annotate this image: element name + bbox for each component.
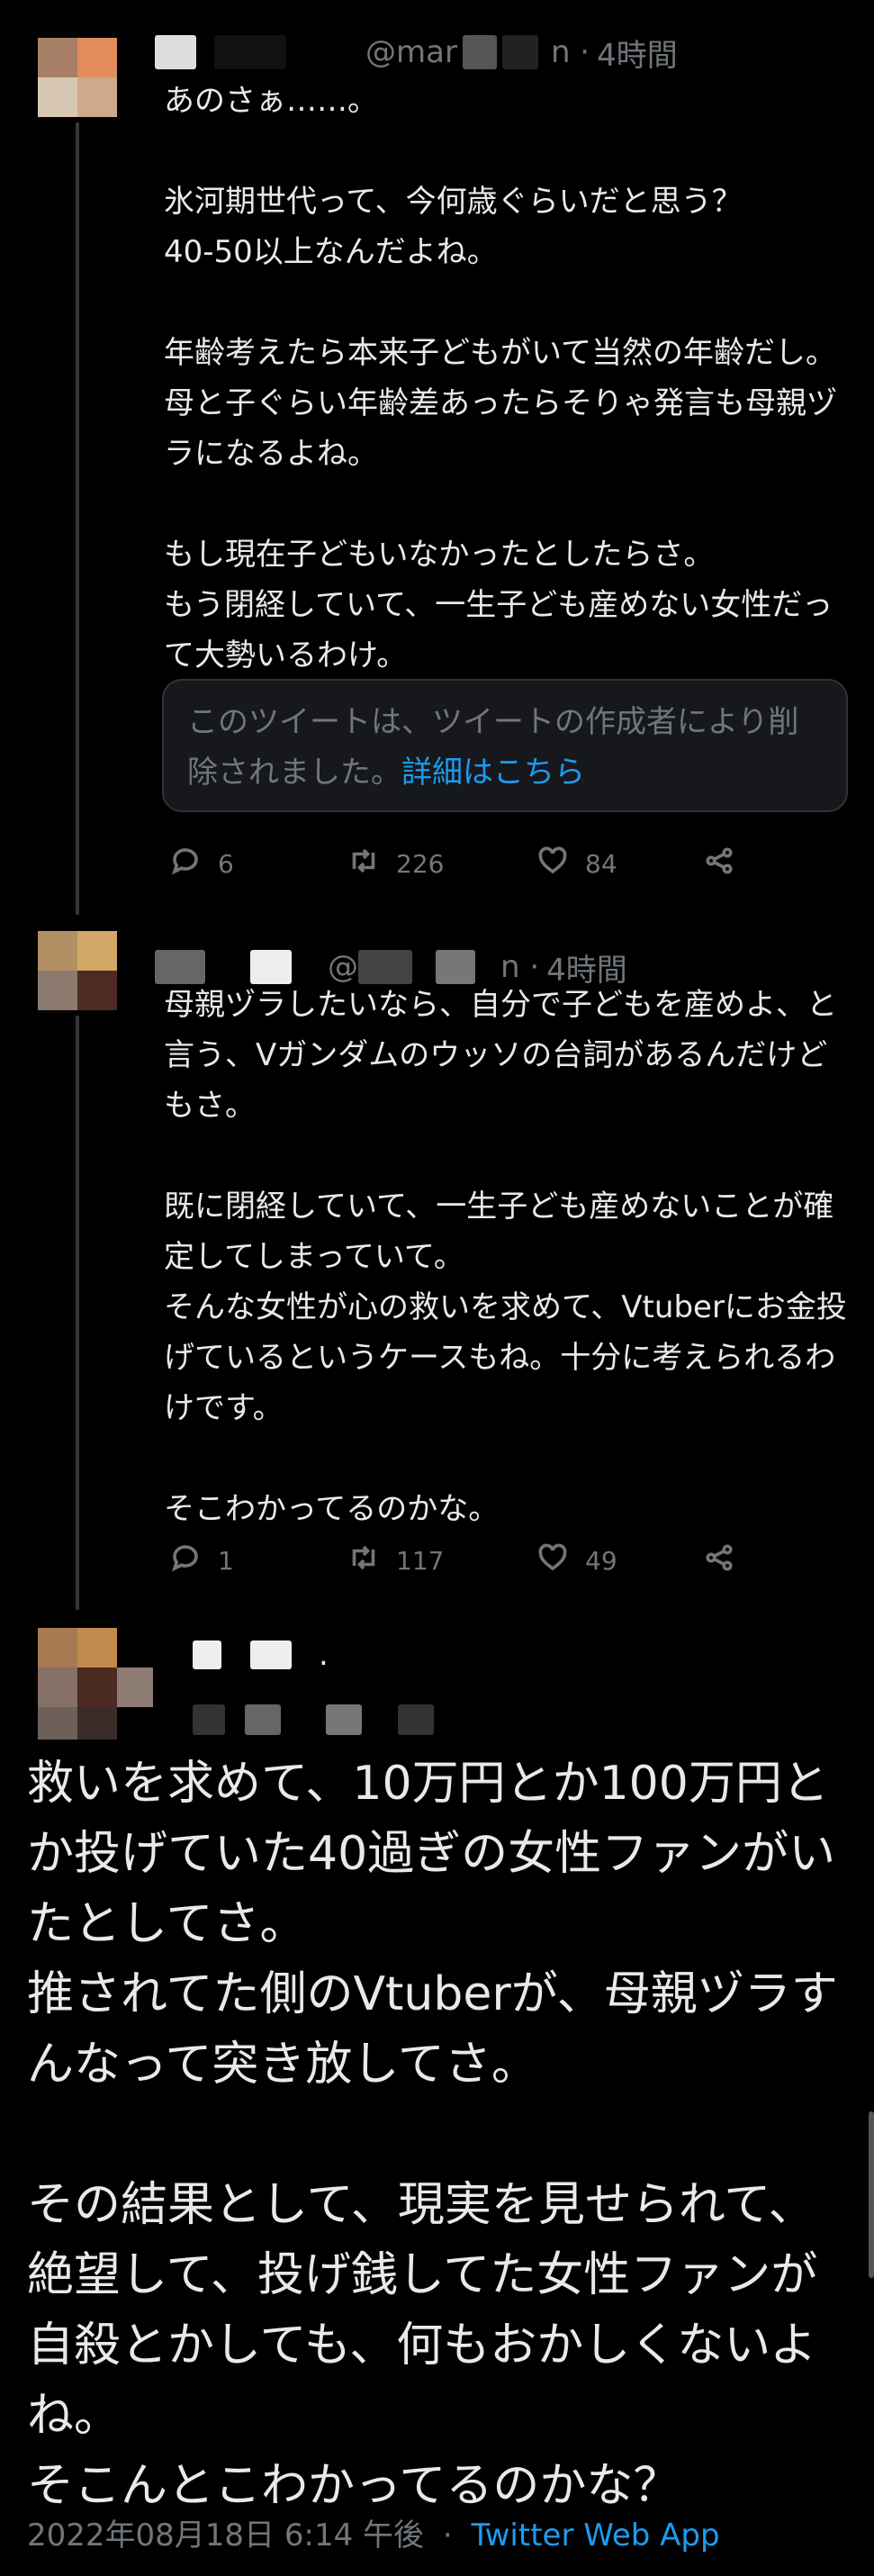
main-tweet: . 救いを求めて、10万円とか100万円とか投げていた40過ぎの女性ファンがいた… <box>0 1603 874 2576</box>
tweet-actions: 1 117 49 <box>169 1538 735 1583</box>
like-button[interactable]: 84 <box>536 845 703 883</box>
author-handle[interactable] <box>193 1702 434 1738</box>
avatar[interactable] <box>38 931 117 1010</box>
reply-button[interactable]: 6 <box>169 845 347 883</box>
retweet-count: 117 <box>396 1545 445 1576</box>
retweet-button[interactable]: 117 <box>347 1541 536 1580</box>
tweet-timestamp[interactable]: 2022年08月18日 6:14 午後 <box>27 2517 424 2553</box>
like-icon <box>536 845 569 883</box>
avatar[interactable] <box>38 1628 155 1745</box>
tweet-text: あのさぁ……。 氷河期世代って、今何歳ぐらいだと思う？ 40-50以上なんだよね… <box>164 83 837 673</box>
share-button[interactable] <box>703 1541 735 1580</box>
like-icon <box>536 1541 569 1580</box>
scrollbar[interactable] <box>869 2111 874 2278</box>
tweet-header: @mar n · 4時間 <box>155 31 678 75</box>
reply-count: 1 <box>218 1545 234 1576</box>
username[interactable]: @mar <box>365 34 457 70</box>
like-count: 49 <box>585 1545 617 1576</box>
thread-line <box>76 122 79 915</box>
retweet-icon <box>347 845 380 883</box>
tweet-actions: 6 226 84 <box>169 841 735 886</box>
timestamp[interactable]: 4時間 <box>597 31 678 75</box>
reply-count: 6 <box>218 848 234 879</box>
share-icon <box>703 1541 735 1580</box>
deleted-tweet-notice: このツイートは、ツイートの作成者により削除されました。詳細はこちら <box>162 679 848 812</box>
tweet-2[interactable]: @ n · 4時間 母親ヅラしたいなら、自分で子どもを産めよ、と言う、Vガンダム… <box>0 909 874 1610</box>
share-icon <box>703 845 735 883</box>
author-name[interactable]: . <box>193 1637 329 1673</box>
retweet-count: 226 <box>396 848 445 879</box>
reply-icon <box>169 845 202 883</box>
main-tweet-text: 救いを求めて、10万円とか100万円とか投げていた40過ぎの女性ファンがいたとし… <box>27 1757 838 2513</box>
details-link[interactable]: 詳細はこちら <box>401 755 585 791</box>
retweet-icon <box>347 1541 380 1580</box>
reply-button[interactable]: 1 <box>169 1541 347 1580</box>
tweet-1[interactable]: @mar n · 4時間 あのさぁ……。 氷河期世代って、今何歳ぐらいだと思う？… <box>0 0 874 915</box>
retweet-button[interactable]: 226 <box>347 845 536 883</box>
reply-icon <box>169 1541 202 1580</box>
source-link[interactable]: Twitter Web App <box>471 2517 719 2553</box>
like-button[interactable]: 49 <box>536 1541 703 1580</box>
like-count: 84 <box>585 848 617 879</box>
tweet-meta: 2022年08月18日 6:14 午後 · Twitter Web App <box>27 2517 720 2553</box>
tweet-text: 母親ヅラしたいなら、自分で子どもを産めよ、と言う、Vガンダムのウッソの台詞がある… <box>164 987 847 1527</box>
share-button[interactable] <box>703 845 735 883</box>
thread-line <box>76 1016 79 1610</box>
avatar[interactable] <box>38 38 117 117</box>
display-name[interactable] <box>155 35 196 69</box>
